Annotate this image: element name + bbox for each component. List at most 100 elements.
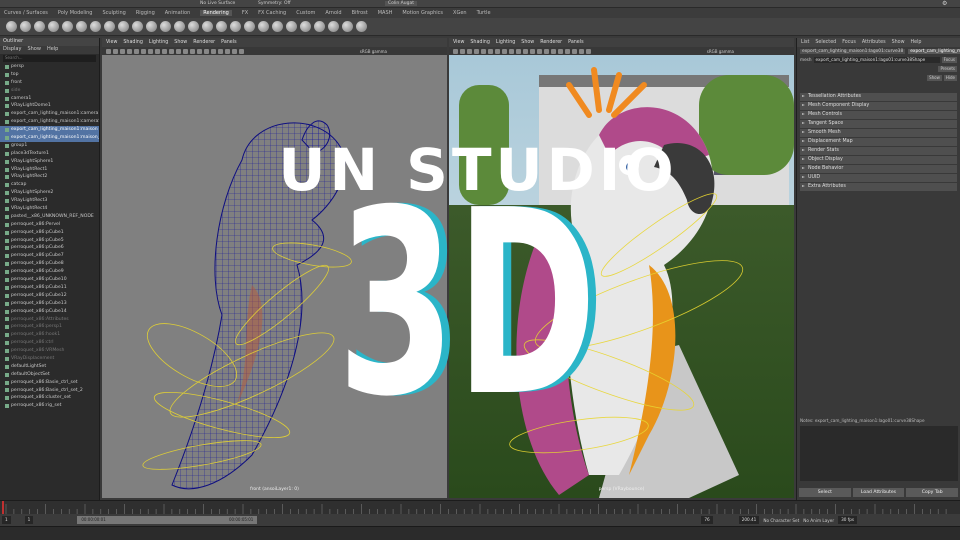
outliner-item[interactable]: VRayLightDome1	[0, 102, 99, 110]
outliner-item[interactable]: defaultObjectSet	[0, 371, 99, 379]
node-tab[interactable]: export_cam_lighting_maison1:lago01:curve…	[908, 48, 960, 54]
shelf-tab[interactable]: Sculpting	[102, 10, 125, 16]
shelf-tab[interactable]: Rigging	[136, 10, 155, 16]
shelf-tab[interactable]: Poly Modeling	[58, 10, 93, 16]
shelf-tool-icon[interactable]	[356, 21, 367, 32]
attribute-section[interactable]: UUID	[800, 173, 957, 182]
attribute-section[interactable]: Tangent Space	[800, 119, 957, 128]
attribute-section[interactable]: Node Behavior	[800, 164, 957, 173]
outliner-item[interactable]: place3dTexture1	[0, 150, 99, 158]
shelf-tab[interactable]: FX	[242, 10, 248, 16]
shelf-tool-icon[interactable]	[146, 21, 157, 32]
attribute-menu-item[interactable]: Attributes	[862, 40, 886, 45]
attribute-section[interactable]: Render Stats	[800, 146, 957, 155]
outliner-item[interactable]: group1	[0, 142, 99, 150]
outliner-item[interactable]: VRayLightRect4	[0, 205, 99, 213]
shelf-tool-icon[interactable]	[328, 21, 339, 32]
shelf-tool-icon[interactable]	[230, 21, 241, 32]
mesh-name-field[interactable]: export_cam_lighting_maison1:lago01:curve…	[813, 56, 940, 63]
time-slider[interactable]	[0, 500, 960, 514]
command-line[interactable]	[0, 526, 960, 540]
shelf-tool-icon[interactable]	[300, 21, 311, 32]
shelf-tool-icon[interactable]	[48, 21, 59, 32]
outliner-item[interactable]: side	[0, 87, 99, 95]
anim-layer-dropdown[interactable]: No Anim Layer	[803, 518, 834, 523]
shelf-tab[interactable]: Motion Graphics	[402, 10, 443, 16]
outliner-item[interactable]: export_cam_lighting_maison1:maison_2	[0, 134, 99, 142]
hide-button[interactable]: Hide	[943, 74, 957, 81]
viewport-menu-item[interactable]: Shading	[470, 40, 490, 45]
outliner-item[interactable]: camera1	[0, 95, 99, 103]
outliner-item[interactable]: perroquet_x86:hook1	[0, 331, 99, 339]
outliner-item[interactable]: perroquet_x86:pCube7	[0, 252, 99, 260]
viewport-menu-item[interactable]: Shading	[123, 40, 143, 45]
fps-dropdown[interactable]: 30 fps	[838, 516, 858, 524]
outliner-menu-item[interactable]: Show	[27, 46, 41, 54]
outliner-item[interactable]: perroquet_x86:pCube1	[0, 229, 99, 237]
outliner-item[interactable]: VRayLightRect1	[0, 166, 99, 174]
live-surface-field[interactable]: No Live Surface	[200, 1, 235, 6]
start-frame-field[interactable]: 1	[2, 516, 11, 524]
shelf-tab[interactable]: Rendering	[200, 10, 232, 16]
outliner-item[interactable]: export_cam_lighting_maison1:cameraShape1	[0, 118, 99, 126]
outliner-item[interactable]: pasted__x86_UNKNOWN_REF_NODE	[0, 213, 99, 221]
outliner-item[interactable]: defaultLightSet	[0, 363, 99, 371]
presets-button[interactable]: Presets	[938, 65, 957, 72]
shelf-tool-icon[interactable]	[104, 21, 115, 32]
shelf-tab[interactable]: Turtle	[477, 10, 491, 16]
shelf-tool-icon[interactable]	[6, 21, 17, 32]
shelf-tool-icon[interactable]	[174, 21, 185, 32]
shelf-tab[interactable]: MASH	[378, 10, 393, 16]
outliner-item[interactable]: front	[0, 79, 99, 87]
outliner-item[interactable]: perroquet_x86:Attributes	[0, 316, 99, 324]
outliner-menu-item[interactable]: Help	[47, 46, 58, 54]
outliner-item[interactable]: perroquet_x86:ctrl	[0, 339, 99, 347]
shelf-tab[interactable]: Curves / Surfaces	[4, 10, 48, 16]
shelf-tool-icon[interactable]	[188, 21, 199, 32]
attribute-section[interactable]: Object Display	[800, 155, 957, 164]
attribute-section[interactable]: Smooth Mesh	[800, 128, 957, 137]
outliner-item[interactable]: perroquet_x86:pCube13	[0, 300, 99, 308]
attribute-editor-button[interactable]: Load Attributes	[852, 488, 905, 497]
attribute-editor-button[interactable]: Select	[799, 488, 851, 497]
viewport-menu-item[interactable]: Panels	[221, 40, 236, 45]
viewport-menu-item[interactable]: Renderer	[540, 40, 562, 45]
attribute-section[interactable]: Mesh Controls	[800, 110, 957, 119]
shelf-tool-icon[interactable]	[314, 21, 325, 32]
outliner-item[interactable]: perroquet_x86:Basie_ctrl_set	[0, 379, 99, 387]
attribute-section[interactable]: Displacement Map	[800, 137, 957, 146]
symmetry-field[interactable]: Symmetry: Off	[258, 1, 291, 6]
viewport-menu-item[interactable]: View	[106, 40, 117, 45]
shelf-tab[interactable]: Custom	[296, 10, 315, 16]
outliner-item[interactable]: VRayLightRect2	[0, 173, 99, 181]
outliner-search-input[interactable]: Search...	[3, 55, 96, 62]
shelf-tab[interactable]: Bifrost	[352, 10, 368, 16]
attribute-menu-item[interactable]: Show	[892, 40, 905, 45]
attribute-menu-item[interactable]: Selected	[815, 40, 836, 45]
outliner-item[interactable]: catcap	[0, 181, 99, 189]
outliner-item[interactable]: persp	[0, 63, 99, 71]
shelf-tool-icon[interactable]	[132, 21, 143, 32]
outliner-item[interactable]: perroquet_x86:rig_set	[0, 402, 99, 410]
outliner-item[interactable]: perroquet_x86:cluster_set	[0, 394, 99, 402]
outliner-item[interactable]: perroquet_x86:pCube5	[0, 237, 99, 245]
outliner-item[interactable]: VRayLightRect3	[0, 197, 99, 205]
viewport-left[interactable]: View Shading Lighting Show Renderer Panels sR…	[102, 38, 447, 498]
shelf-tool-icon[interactable]	[90, 21, 101, 32]
shelf-tool-icon[interactable]	[258, 21, 269, 32]
shelf-tool-icon[interactable]	[160, 21, 171, 32]
show-button[interactable]: Show	[927, 74, 942, 81]
notes-textarea[interactable]	[800, 426, 958, 481]
shelf-tool-icon[interactable]	[34, 21, 45, 32]
outliner-item[interactable]: VRayLightSphere1	[0, 158, 99, 166]
viewport-menu-item[interactable]: Lighting	[149, 40, 168, 45]
settings-gear-icon[interactable]: ⚙	[942, 0, 947, 7]
outliner-item[interactable]: VRayDisplacement	[0, 355, 99, 363]
outliner-item[interactable]: perroquet_x86:pCube8	[0, 260, 99, 268]
outliner-item[interactable]: perroquet_x86:VRMesh	[0, 347, 99, 355]
outliner-item[interactable]: perroquet_x86:pCube9	[0, 268, 99, 276]
outliner-item[interactable]: perroquet_x86:Pervel	[0, 221, 99, 229]
viewport-menu-item[interactable]: View	[453, 40, 464, 45]
attribute-section[interactable]: Mesh Component Display	[800, 101, 957, 110]
attribute-menu-item[interactable]: List	[801, 40, 809, 45]
